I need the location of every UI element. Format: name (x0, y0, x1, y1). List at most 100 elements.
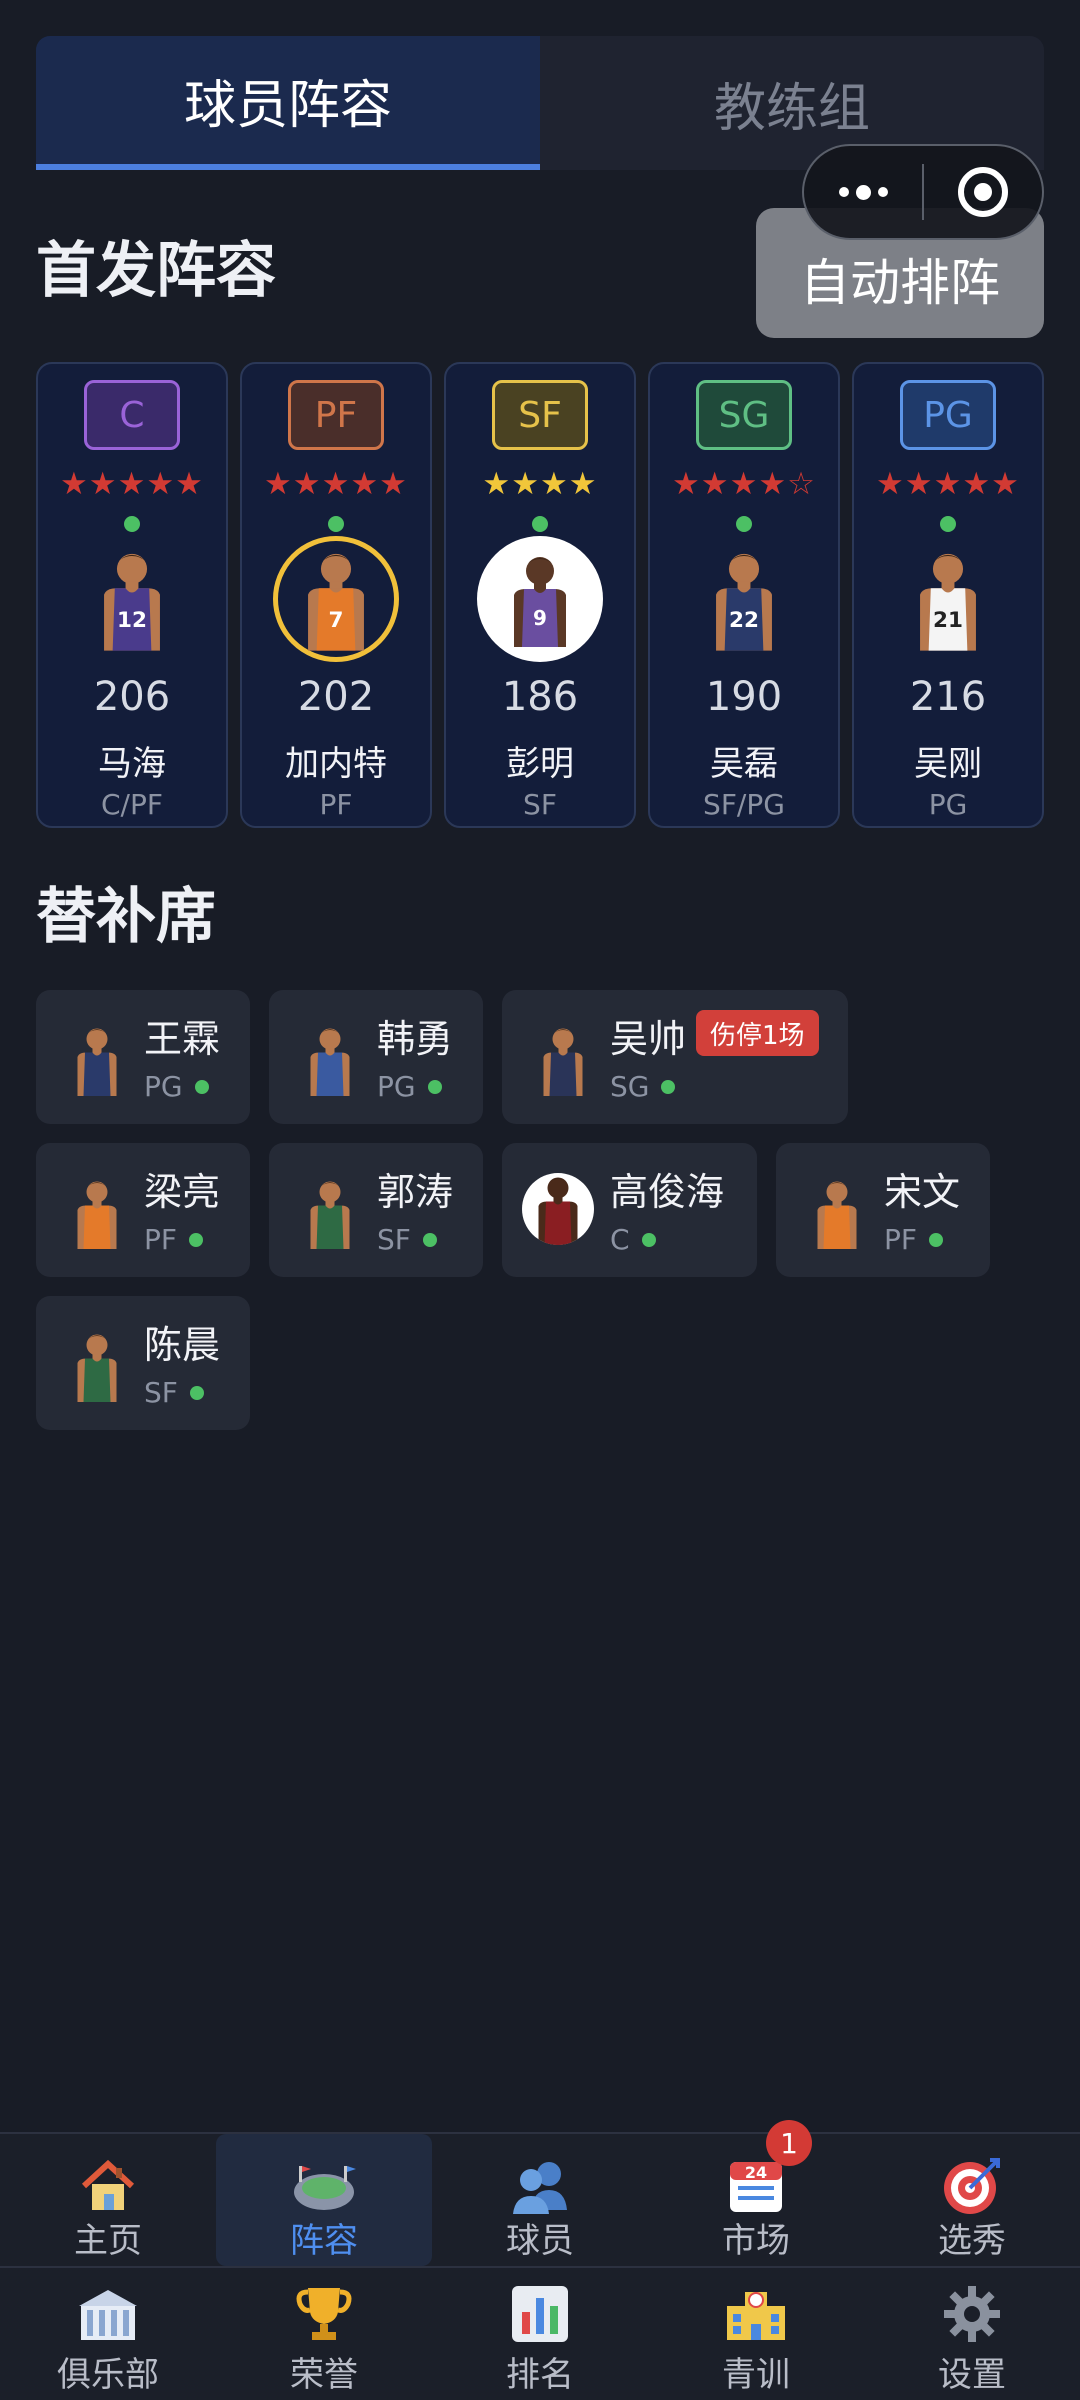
more-options-button[interactable] (804, 146, 922, 238)
player-name: 梁亮 (144, 1170, 221, 1214)
house-icon (76, 2154, 140, 2218)
player-position-row: PF (884, 1223, 943, 1256)
player-name: 彭明 (506, 744, 574, 784)
starter-card[interactable]: SG ★★★★☆ 22 190 吴磊 SF/PG (648, 362, 840, 828)
tab-player-roster[interactable]: 球员阵容 (36, 36, 540, 170)
position-badge: SF (492, 380, 588, 450)
nav-label: 荣誉 (290, 2355, 358, 2395)
nav-item-school[interactable]: 青训 (648, 2268, 864, 2400)
nav-label: 市场 (722, 2221, 790, 2261)
nav-item-gear[interactable]: 设置 (864, 2268, 1080, 2400)
star-rating: ★★★★☆ (672, 466, 816, 502)
player-name: 郭涛 (377, 1170, 454, 1214)
player-avatar: 9 (477, 536, 603, 662)
player-position: PG (377, 1070, 416, 1103)
status-dot-icon (194, 1079, 209, 1094)
player-name: 陈晨 (144, 1323, 221, 1367)
notification-badge: 1 (766, 2120, 812, 2166)
status-dot-icon (641, 1232, 656, 1247)
player-avatar: 12 (69, 536, 195, 662)
player-position-row: SF (144, 1376, 204, 1409)
bench-player-card[interactable]: 陈晨 SF (36, 1296, 250, 1430)
svg-text:22: 22 (729, 608, 759, 633)
nav-item-target[interactable]: 选秀 (864, 2134, 1080, 2266)
svg-text:9: 9 (533, 606, 547, 630)
nav-label: 阵容 (290, 2221, 358, 2261)
nav-item-stadium[interactable]: 阵容 (216, 2134, 432, 2266)
player-name: 高俊海 (610, 1170, 725, 1214)
player-position: SG (610, 1070, 650, 1103)
player-position: C/PF (101, 788, 163, 821)
status-dot-icon (328, 516, 344, 532)
starter-card[interactable]: PF ★★★★★ 7 202 加内特 PF (240, 362, 432, 828)
status-dot-icon (736, 516, 752, 532)
status-dot-icon (532, 516, 548, 532)
player-avatar (522, 1173, 594, 1245)
nav-item-bar-chart[interactable]: 排名 (432, 2268, 648, 2400)
starter-card[interactable]: SF ★★★★ 9 186 彭明 SF (444, 362, 636, 828)
starting-lineup: C ★★★★★ 12 206 马海 C/PF PF ★★★★★ 7 202 加内特 PF SF ★★★★ 9… (36, 362, 1044, 828)
nav-item-trophy[interactable]: 荣誉 (216, 2268, 432, 2400)
miniprogram-capsule (802, 144, 1044, 240)
player-avatar (64, 1024, 130, 1096)
people-icon (505, 2154, 575, 2218)
bench-title: 替补席 (36, 882, 216, 952)
bench-player-card[interactable]: 梁亮 PF (36, 1143, 250, 1277)
status-dot-icon (422, 1232, 437, 1247)
school-icon (721, 2282, 791, 2346)
bench-player-card[interactable]: 高俊海 C (502, 1143, 757, 1277)
player-position-row: SF (377, 1223, 437, 1256)
bench-player-card[interactable]: 宋文 PF (776, 1143, 990, 1277)
player-name: 吴帅 (610, 1017, 687, 1061)
nav-item-building[interactable]: 俱乐部 (0, 2268, 216, 2400)
player-overall: 202 (297, 674, 375, 720)
player-position-row: PG (377, 1070, 442, 1103)
player-avatar (530, 1024, 596, 1096)
player-avatar (64, 1177, 130, 1249)
player-avatar (297, 1024, 363, 1096)
player-position-row: PG (144, 1070, 209, 1103)
star-rating: ★★★★★ (264, 466, 408, 502)
status-dot-icon (929, 1232, 943, 1247)
nav-label: 俱乐部 (57, 2355, 159, 2395)
status-dot-icon (189, 1385, 204, 1400)
trophy-icon (292, 2282, 356, 2346)
player-position-row: PF (144, 1223, 203, 1256)
status-dot-icon (940, 516, 956, 532)
player-position-row: SG (610, 1070, 676, 1103)
nav-label: 设置 (938, 2355, 1006, 2395)
nav-item-people[interactable]: 球员 (432, 2134, 648, 2266)
stadium-icon (289, 2154, 359, 2218)
bench-player-card[interactable]: 吴帅 SG 伤停1场 (502, 990, 848, 1124)
player-position: PF (319, 788, 353, 821)
player-avatar: 21 (885, 536, 1011, 662)
svg-text:24: 24 (745, 2163, 767, 2182)
player-avatar (804, 1177, 870, 1249)
bottom-nav-primary: 主页 阵容 球员 24 市场 1 选秀 (0, 2120, 1080, 2266)
building-icon (73, 2282, 143, 2346)
player-overall: 216 (909, 674, 987, 720)
player-overall: 190 (705, 674, 783, 720)
more-dots-icon (838, 184, 888, 200)
player-position: C (610, 1223, 630, 1256)
starter-card[interactable]: C ★★★★★ 12 206 马海 C/PF (36, 362, 228, 828)
bench-player-card[interactable]: 王霖 PG (36, 990, 250, 1124)
starter-card[interactable]: PG ★★★★★ 21 216 吴刚 PG (852, 362, 1044, 828)
status-dot-icon (427, 1079, 442, 1094)
position-badge: PF (288, 380, 384, 450)
star-rating: ★★★★★ (876, 466, 1020, 502)
player-position: PG (928, 788, 968, 821)
nav-label: 选秀 (938, 2221, 1006, 2261)
injury-badge: 伤停1场 (696, 1010, 819, 1056)
player-avatar (64, 1330, 130, 1402)
nav-item-house[interactable]: 主页 (0, 2134, 216, 2266)
player-position: SF (377, 1223, 411, 1256)
close-miniprogram-button[interactable] (924, 146, 1042, 238)
star-rating: ★★★★★ (60, 466, 204, 502)
bench-player-card[interactable]: 韩勇 PG (269, 990, 483, 1124)
nav-item-calendar[interactable]: 24 市场 1 (648, 2120, 864, 2266)
player-position: SF (523, 788, 557, 821)
player-avatar: 22 (681, 536, 807, 662)
svg-text:7: 7 (329, 608, 344, 633)
bench-player-card[interactable]: 郭涛 SF (269, 1143, 483, 1277)
